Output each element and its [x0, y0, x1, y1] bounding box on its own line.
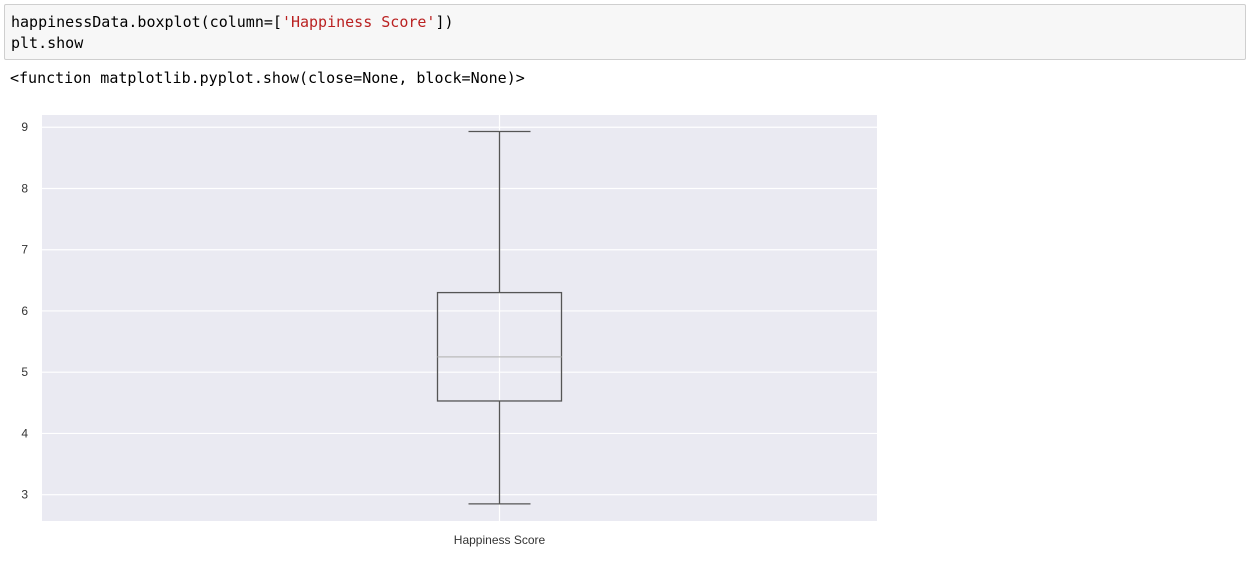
y-tick-label: 4 — [21, 426, 28, 440]
y-tick-label: 5 — [21, 365, 28, 379]
y-tick-label: 7 — [21, 243, 28, 257]
plot-background — [42, 115, 877, 521]
y-tick-label: 6 — [21, 304, 28, 318]
code-line-2: plt.show — [11, 34, 84, 52]
boxplot-svg: 3 4 5 6 7 8 9 Happiness Score — [21, 115, 877, 547]
code-line-1: happinessData.boxplot(column=['Happiness… — [11, 12, 1239, 33]
code-string-token: 'Happiness Score' — [281, 13, 436, 31]
code-cell-input[interactable]: happinessData.boxplot(column=['Happiness… — [4, 4, 1246, 60]
code-token: ]) — [435, 13, 454, 31]
y-tick-label: 3 — [21, 488, 28, 502]
y-tick-label: 8 — [21, 181, 28, 195]
x-tick-label: Happiness Score — [454, 533, 546, 547]
code-token: happinessData.boxplot(column=[ — [11, 13, 282, 31]
cell-output-text: <function matplotlib.pyplot.show(close=N… — [10, 69, 525, 87]
y-tick-label: 9 — [21, 120, 28, 134]
boxplot-figure: 3 4 5 6 7 8 9 Happiness Score — [0, 100, 900, 560]
